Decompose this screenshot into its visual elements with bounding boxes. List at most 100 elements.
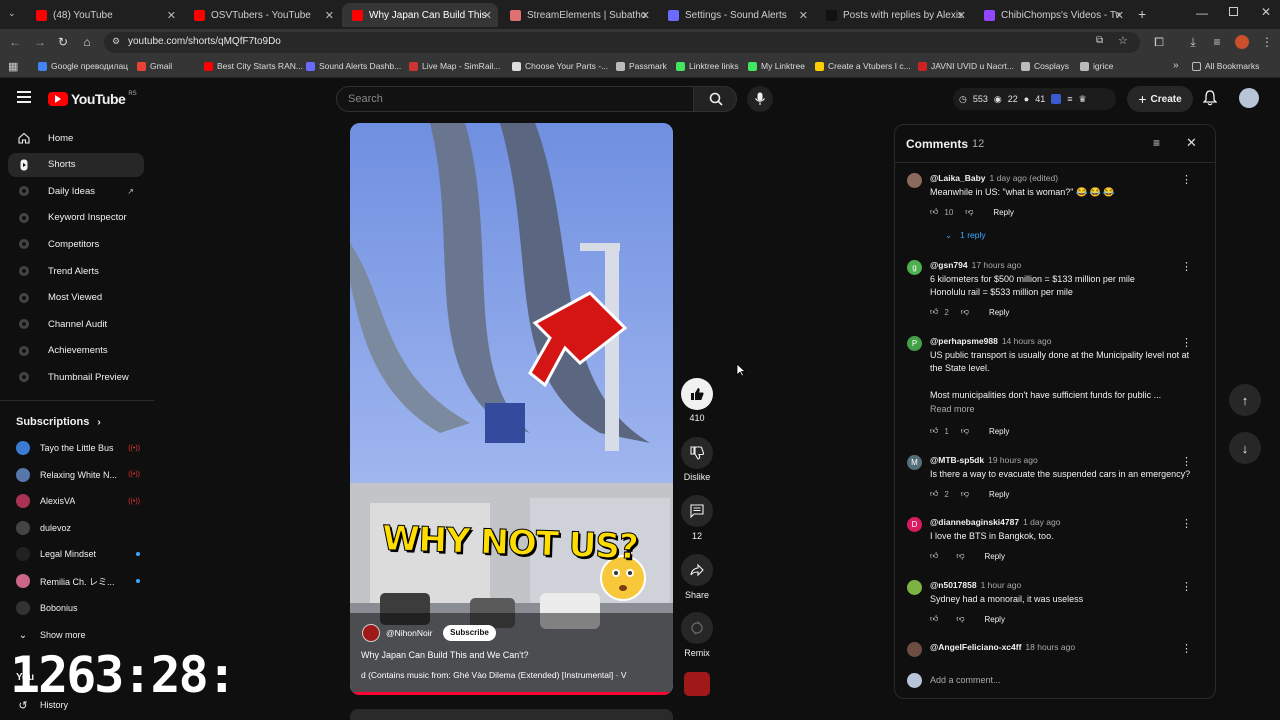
comment-like-icon[interactable]: 👍︎ <box>930 489 938 499</box>
comment-like-icon[interactable]: 👍︎ <box>930 551 938 561</box>
extensions-icon[interactable]: ⧠ <box>1152 35 1166 49</box>
bookmark-item[interactable]: igrice <box>1080 61 1113 71</box>
youtube-logo[interactable]: YouTube RS <box>48 91 137 107</box>
tab-close-icon[interactable]: ✕ <box>957 9 966 22</box>
notifications-bell-icon[interactable] <box>1202 90 1218 106</box>
sidebar-item-home[interactable]: Home <box>8 126 144 150</box>
commenter-avatar[interactable]: g <box>907 260 922 275</box>
tab-close-icon[interactable]: ✕ <box>799 9 808 22</box>
sidebar-item-most-viewed[interactable]: Most Viewed <box>8 286 144 310</box>
profile-avatar[interactable] <box>1235 35 1249 49</box>
close-icon[interactable]: ✕ <box>1186 135 1197 151</box>
comment-author[interactable]: @MTB-sp5dk 19 hours ago <box>930 455 1038 465</box>
tab-close-icon[interactable]: ✕ <box>483 9 492 22</box>
shorts-video-player[interactable]: WHY NOT US? <box>350 123 673 695</box>
bookmark-item[interactable]: Create a Vtubers I c... <box>815 61 911 71</box>
comment-menu-icon[interactable]: ⋮ <box>1181 642 1192 655</box>
subscription-item[interactable]: Legal Mindset <box>16 544 140 564</box>
comment-menu-icon[interactable]: ⋮ <box>1181 580 1192 593</box>
sidebar-item-competitors[interactable]: Competitors <box>8 232 144 256</box>
browser-tab[interactable]: StreamElements | Subathon Co✕ <box>500 3 656 27</box>
subscriptions-heading[interactable]: Subscriptions › <box>16 416 101 428</box>
subscription-item[interactable]: Remilia Ch. レミ... <box>16 571 140 591</box>
reply-button[interactable]: Reply <box>985 552 1005 561</box>
tab-search-icon[interactable]: ⌄ <box>8 8 20 20</box>
browser-tab[interactable]: (48) YouTube ✕ <box>26 3 182 27</box>
show-more-button[interactable]: ⌄ Show more <box>16 625 140 645</box>
close-window-button[interactable]: ✕ <box>1261 5 1271 19</box>
create-button[interactable]: + Create <box>1127 86 1193 112</box>
apps-grid-icon[interactable]: ▦ <box>8 60 18 73</box>
comment-author[interactable]: @gsn794 17 hours ago <box>930 260 1021 270</box>
minimize-button[interactable]: — <box>1196 6 1208 20</box>
commenter-avatar[interactable]: P <box>907 336 922 351</box>
progress-bar[interactable] <box>350 692 673 695</box>
bookmark-item[interactable]: Live Map - SimRail... <box>409 61 500 71</box>
subscription-item[interactable]: dulevoz <box>16 518 140 538</box>
commenter-avatar[interactable]: D <box>907 517 922 532</box>
next-short-button[interactable]: ↓ <box>1229 432 1261 464</box>
browser-tab[interactable]: Posts with replies by Alexis 2.c✕ <box>816 3 972 27</box>
comment-author[interactable]: @diannebaginski4787 1 day ago <box>930 517 1060 527</box>
bookmark-item[interactable]: JAVNI UVID u Nacrt... <box>918 61 1014 71</box>
channel-avatar[interactable] <box>362 624 380 642</box>
comment-author[interactable]: @Laika_Baby 1 day ago (edited) <box>930 173 1058 183</box>
bookmark-item[interactable]: Gmail <box>137 61 172 71</box>
comment-dislike-icon[interactable]: 👎︎ <box>961 307 969 317</box>
reload-icon[interactable]: ↻ <box>56 35 70 49</box>
browser-tab[interactable]: ChibiChomps's Videos - Twitch✕ <box>974 3 1130 27</box>
bookmark-item[interactable]: Linktree links <box>676 61 739 71</box>
comment-like-icon[interactable]: 👍︎ <box>930 307 938 317</box>
sidebar-item-daily-ideas[interactable]: Daily Ideas ↗ <box>8 179 144 203</box>
bookmark-item[interactable]: Cosplays <box>1021 61 1069 71</box>
comment-dislike-icon[interactable]: 👎︎ <box>961 489 969 499</box>
reply-button[interactable]: Reply <box>985 615 1005 624</box>
new-tab-button[interactable]: + <box>1138 6 1146 22</box>
comment-menu-icon[interactable]: ⋮ <box>1181 517 1192 530</box>
music-info[interactable]: d (Contains music from: Ghé Vào Dilema (… <box>361 670 665 680</box>
extension-stats-bar[interactable]: ◷ 553 ◉ 22 ● 41 ≡ ♛ <box>953 88 1116 110</box>
video-title[interactable]: Why Japan Can Build This and We Can't? <box>361 650 528 660</box>
commenter-avatar[interactable] <box>907 580 922 595</box>
browser-menu-icon[interactable]: ⋮ <box>1260 35 1274 49</box>
bookmark-item[interactable]: Sound Alerts Dashb... <box>306 61 401 71</box>
tab-close-icon[interactable]: ✕ <box>1115 9 1124 22</box>
commenter-avatar[interactable] <box>907 642 922 657</box>
back-icon[interactable]: ← <box>8 35 22 49</box>
tab-close-icon[interactable]: ✕ <box>167 9 176 22</box>
subscription-item[interactable]: Bobonius <box>16 598 140 618</box>
bookmark-item[interactable]: Best City Starts RAN... <box>204 61 303 71</box>
audio-source-thumbnail[interactable] <box>684 672 710 696</box>
subscription-item[interactable]: Relaxing White N... ((•)) <box>16 465 140 485</box>
site-info-icon[interactable]: ⚙ <box>112 36 120 47</box>
download-icon[interactable]: ⤓ <box>1186 35 1200 49</box>
comment-dislike-icon[interactable]: 👎︎ <box>956 614 964 624</box>
home-button-icon[interactable]: ⌂ <box>80 35 94 49</box>
tab-close-icon[interactable]: ✕ <box>641 9 650 22</box>
commenter-avatar[interactable]: M <box>907 455 922 470</box>
remix-button[interactable] <box>681 612 713 644</box>
sidebar-item-achievements[interactable]: Achievements <box>8 339 144 363</box>
sidebar-item-shorts[interactable]: Shorts <box>8 152 144 177</box>
sort-icon[interactable]: ≡ <box>1153 136 1160 150</box>
commenter-avatar[interactable] <box>907 173 922 188</box>
browser-tab[interactable]: OSVTubers - YouTube ✕ <box>184 3 340 27</box>
search-input[interactable]: Search <box>336 86 694 112</box>
comment-like-icon[interactable]: 👍︎ <box>930 614 938 624</box>
comment-author[interactable]: @perhapsme988 14 hours ago <box>930 336 1051 346</box>
view-replies-button[interactable]: ⌄ 1 reply <box>945 230 986 241</box>
restore-button[interactable] <box>1229 7 1238 16</box>
comment-dislike-icon[interactable]: 👎︎ <box>956 551 964 561</box>
like-button[interactable] <box>681 378 713 410</box>
reply-button[interactable]: Reply <box>993 208 1013 217</box>
comment-menu-icon[interactable]: ⋮ <box>1181 336 1192 349</box>
bookmark-item[interactable]: Passmark <box>616 61 667 71</box>
add-comment-input[interactable]: Add a comment... <box>930 675 1001 685</box>
comment-dislike-icon[interactable]: 👎︎ <box>965 207 973 217</box>
hamburger-menu-icon[interactable] <box>17 91 31 103</box>
sidebar-item-channel-audit[interactable]: Channel Audit <box>8 312 144 336</box>
forward-icon[interactable]: → <box>33 35 47 49</box>
sidebar-item-thumbnail-preview[interactable]: Thumbnail Preview <box>8 365 144 389</box>
browser-tab[interactable]: Settings - Sound Alerts ✕ <box>658 3 814 27</box>
comments-button[interactable] <box>681 495 713 527</box>
